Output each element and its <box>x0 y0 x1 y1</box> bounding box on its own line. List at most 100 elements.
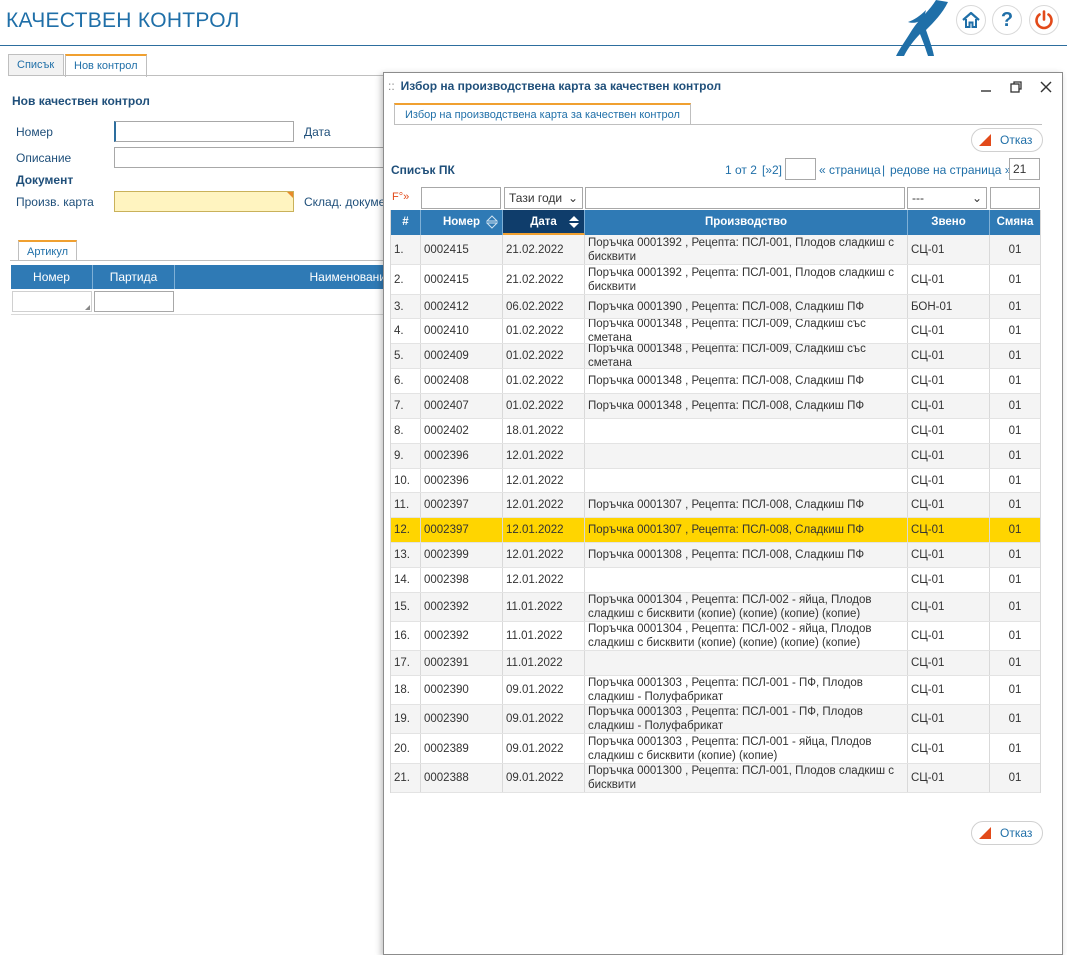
minimize-icon[interactable] <box>978 79 994 95</box>
cell-date: 09.01.2022 <box>503 676 585 704</box>
cell-date: 11.01.2022 <box>503 593 585 621</box>
table-row[interactable]: 16. 0002392 11.01.2022 Поръчка 0001304 , Ре… <box>391 622 1040 651</box>
cell-n: 12. <box>391 518 421 542</box>
table-row[interactable]: 3. 0002412 06.02.2022 Поръчка 0001390 , Рец… <box>391 295 1040 319</box>
home-button[interactable] <box>956 5 986 35</box>
table-row[interactable]: 13. 0002399 12.01.2022 Поръчка 0001308 , Ре… <box>391 543 1040 568</box>
table-row[interactable]: 15. 0002392 11.01.2022 Поръчка 0001304 , Ре… <box>391 593 1040 622</box>
cell-n: 15. <box>391 593 421 621</box>
filter-period-select[interactable]: Тази годи ⌄ <box>504 187 583 209</box>
col-date[interactable]: Дата <box>503 210 585 235</box>
table-row[interactable]: 14. 0002398 12.01.2022 СЦ-01 01 <box>391 568 1040 593</box>
cell-number: 0002409 <box>421 344 503 368</box>
cell-unit: СЦ-01 <box>908 705 990 733</box>
page-number-input[interactable] <box>785 158 816 180</box>
cell-n: 3. <box>391 295 421 318</box>
table-row[interactable]: 8. 0002402 18.01.2022 СЦ-01 01 <box>391 419 1040 444</box>
cell-number: 0002399 <box>421 543 503 567</box>
table-row[interactable]: 18. 0002390 09.01.2022 Поръчка 0001303 , Ре… <box>391 676 1040 705</box>
filter-production-input[interactable] <box>585 187 905 209</box>
cell-number: 0002408 <box>421 369 503 393</box>
home-icon <box>962 11 980 28</box>
cell-shift: 01 <box>1008 325 1022 337</box>
table-row[interactable]: 4. 0002410 01.02.2022 Поръчка 0001348 , Рец… <box>391 319 1040 344</box>
cell-production: Поръчка 0001303 , Рецепта: ПСЛ-001 - яйц… <box>585 734 908 763</box>
tab-new-control[interactable]: Нов контрол <box>65 54 147 77</box>
cell-number: 0002396 <box>421 444 503 468</box>
cell-date: 01.02.2022 <box>503 319 585 343</box>
cell-number: 0002415 <box>421 265 503 294</box>
cancel-button-label: Отказ <box>1000 133 1033 147</box>
filter-unit-select[interactable]: --- ⌄ <box>907 187 987 209</box>
tab-article-label: Артикул <box>27 246 69 258</box>
table-row[interactable]: 21. 0002388 09.01.2022 Поръчка 0001300 , Ре… <box>391 764 1040 793</box>
table-row[interactable]: 6. 0002408 01.02.2022 Поръчка 0001348 , Рец… <box>391 369 1040 394</box>
cell-shift: 01 <box>1008 713 1022 725</box>
cancel-icon <box>979 827 991 839</box>
cell-date: 18.01.2022 <box>503 419 585 443</box>
cancel-button-bottom[interactable]: Отказ <box>971 821 1044 845</box>
table-row[interactable]: 19. 0002390 09.01.2022 Поръчка 0001303 , Ре… <box>391 705 1040 734</box>
table-row[interactable]: 20. 0002389 09.01.2022 Поръчка 0001303 , Ре… <box>391 734 1040 764</box>
cell-production: Поръчка 0001303 , Рецепта: ПСЛ-001 - ПФ,… <box>585 676 908 704</box>
table-row[interactable]: 1. 0002415 21.02.2022 Поръчка 0001392 , Рец… <box>391 235 1040 265</box>
col-number[interactable]: Номер <box>421 210 503 235</box>
cell-n: 11. <box>391 493 421 517</box>
cell-date: 01.02.2022 <box>503 369 585 393</box>
number-input[interactable] <box>114 121 294 142</box>
table-row[interactable]: 17. 0002391 11.01.2022 СЦ-01 01 <box>391 651 1040 676</box>
production-card-input[interactable] <box>114 191 294 212</box>
cell-date: 06.02.2022 <box>503 295 585 318</box>
cell-n: 13. <box>391 543 421 567</box>
logout-button[interactable] <box>1029 5 1059 35</box>
cell-production <box>585 469 908 492</box>
cell-shift: 01 <box>1008 450 1022 462</box>
maximize-icon[interactable] <box>1008 79 1024 95</box>
pager-separator: | <box>882 163 886 177</box>
article-tab-divider <box>10 260 388 261</box>
close-icon[interactable] <box>1038 79 1054 95</box>
description-input[interactable] <box>114 147 388 168</box>
table-row[interactable]: 12. 0002397 12.01.2022 Поръчка 0001307 , Ре… <box>391 518 1040 543</box>
table-row[interactable]: 10. 0002396 12.01.2022 СЦ-01 01 <box>391 469 1040 493</box>
cell-production <box>585 444 908 468</box>
cell-production: Поръчка 0001348 , Рецепта: ПСЛ-008, Слад… <box>585 369 908 393</box>
cell-number: 0002397 <box>421 493 503 517</box>
cell-unit: СЦ-01 <box>908 419 990 443</box>
filter-shift-input[interactable] <box>990 187 1040 209</box>
cell-number: 0002412 <box>421 295 503 318</box>
col-index: # <box>391 210 421 235</box>
filter-period-value: Тази годи <box>509 191 563 205</box>
tab-list[interactable]: Списък <box>8 54 64 76</box>
drag-grip-icon[interactable]: :: <box>388 79 395 93</box>
table-row[interactable]: 11. 0002397 12.01.2022 Поръчка 0001307 , Ре… <box>391 493 1040 518</box>
tab-select-card[interactable]: Избор на производствена карта за качеств… <box>394 103 691 125</box>
app-title: КАЧЕСТВЕН КОНТРОЛ <box>6 9 240 32</box>
filter-toggle[interactable]: F°» <box>392 191 409 203</box>
cell-shift: 01 <box>1008 375 1022 387</box>
article-batch-input[interactable] <box>94 291 174 312</box>
cell-date: 01.02.2022 <box>503 344 585 368</box>
article-number-input[interactable] <box>12 291 92 312</box>
cell-unit: СЦ-01 <box>908 764 990 792</box>
pager-next-link[interactable]: [»2] <box>762 163 782 177</box>
rows-per-page-link[interactable]: редове на страница » <box>890 163 1011 177</box>
tab-article[interactable]: Артикул <box>18 240 78 261</box>
page-go-link[interactable]: « страница <box>819 163 881 177</box>
table-row[interactable]: 9. 0002396 12.01.2022 СЦ-01 01 <box>391 444 1040 469</box>
cell-unit: СЦ-01 <box>908 319 990 343</box>
table-row[interactable]: 5. 0002409 01.02.2022 Поръчка 0001348 , Рец… <box>391 344 1040 369</box>
filter-number-input[interactable] <box>421 187 501 209</box>
cell-number: 0002397 <box>421 518 503 542</box>
table-row[interactable]: 7. 0002407 01.02.2022 Поръчка 0001348 , Рец… <box>391 394 1040 419</box>
number-label: Номер <box>16 125 53 139</box>
help-button[interactable]: ? <box>992 5 1022 35</box>
cell-production: Поръчка 0001300 , Рецепта: ПСЛ-001, Плод… <box>585 764 908 792</box>
rows-per-page-input[interactable]: 21 <box>1009 158 1040 180</box>
dropdown-corner-icon <box>85 305 90 310</box>
cell-number: 0002390 <box>421 705 503 733</box>
cell-production: Поръчка 0001307 , Рецепта: ПСЛ-008, Слад… <box>585 518 908 542</box>
cancel-button-top[interactable]: Отказ <box>971 128 1044 152</box>
table-row[interactable]: 2. 0002415 21.02.2022 Поръчка 0001392 , Рец… <box>391 265 1040 295</box>
cell-number: 0002389 <box>421 734 503 763</box>
